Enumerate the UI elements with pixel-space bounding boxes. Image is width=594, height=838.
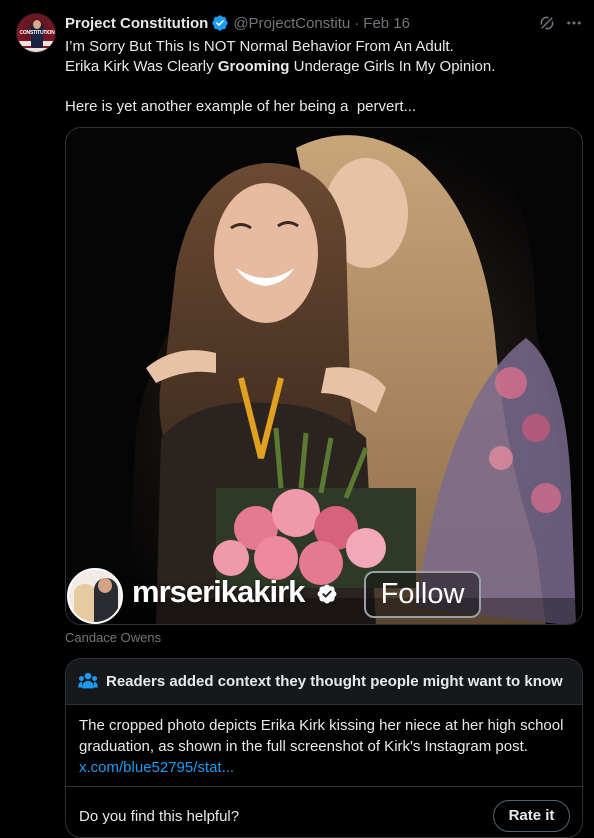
instagram-verified-icon [316, 583, 338, 605]
tweet-line-2-start: Erika Kirk Was Clearly [65, 58, 218, 75]
community-note: Readers added context they thought peopl… [65, 658, 583, 838]
community-note-header: Readers added context they thought peopl… [66, 659, 582, 705]
rate-it-button[interactable]: Rate it [493, 800, 570, 832]
author-display-name[interactable]: Project Constitution [65, 15, 208, 32]
avatar-person-face [98, 578, 112, 593]
verified-badge-icon[interactable] [211, 14, 229, 32]
author-avatar[interactable]: CONSTITUTION [16, 13, 56, 53]
avatar-logo-text: CONSTITUTION [19, 30, 55, 36]
avatar-face [33, 20, 41, 29]
helpful-prompt: Do you find this helpful? [79, 808, 240, 825]
tweet-line-2: Erika Kirk Was Clearly Grooming Underage… [65, 57, 570, 77]
tweet-line-2-end: Underage Girls In My Opinion. [289, 58, 496, 75]
tweet-text: I’m Sorry But This Is NOT Normal Behavio… [65, 37, 570, 117]
header-separator: · [354, 14, 360, 32]
tweet-media[interactable]: mrserikakirk Follow [65, 127, 583, 625]
author-handle[interactable]: @ProjectConstitu [233, 15, 350, 32]
tweet-line-1: I’m Sorry But This Is NOT Normal Behavio… [65, 38, 454, 55]
tweet[interactable]: CONSTITUTION Project Constitution @Proje… [0, 0, 594, 838]
community-note-body: The cropped photo depicts Erika Kirk kis… [79, 715, 574, 778]
community-note-text: The cropped photo depicts Erika Kirk kis… [79, 717, 564, 755]
tweet-bold-word: Grooming [217, 58, 290, 75]
avatar-person-left [74, 584, 96, 622]
instagram-avatar [67, 568, 123, 624]
tweet-header: Project Constitution @ProjectConstitu · … [65, 13, 410, 33]
instagram-username: mrserikakirk [132, 574, 305, 609]
people-icon [78, 672, 98, 690]
tweet-line-3: Here is yet another example of her being… [65, 98, 417, 115]
community-note-link[interactable]: x.com/blue52795/stat... [79, 759, 234, 776]
media-caption: Candace Owens [65, 630, 162, 645]
more-options-icon[interactable] [565, 14, 583, 32]
avatar-stripe [17, 48, 55, 52]
instagram-follow-label: Follow [364, 571, 481, 618]
grok-icon[interactable] [538, 14, 556, 32]
media-photo [66, 128, 582, 624]
tweet-date[interactable]: Feb 16 [363, 15, 410, 32]
community-note-divider [66, 786, 582, 787]
community-note-title: Readers added context they thought peopl… [106, 673, 563, 690]
instagram-overlay: mrserikakirk Follow [66, 568, 582, 624]
